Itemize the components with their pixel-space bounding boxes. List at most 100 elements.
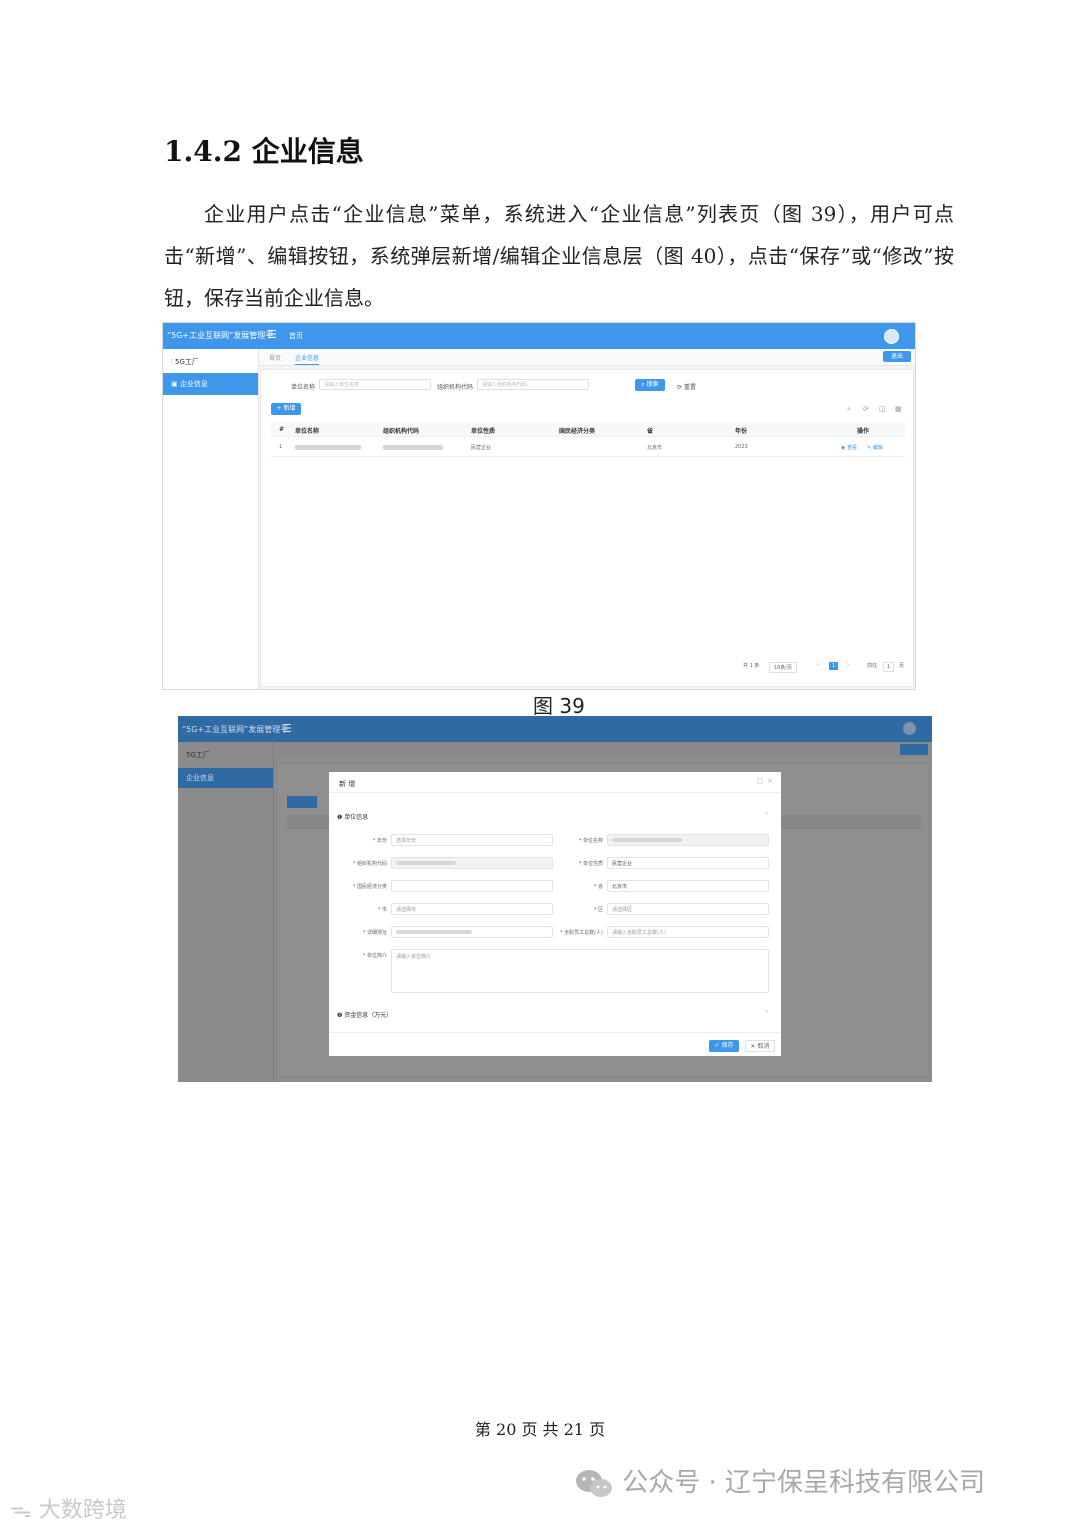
- section-unit-info[interactable]: ❶ 单位信息: [337, 812, 368, 821]
- column-header: 省: [647, 428, 654, 435]
- org-code-input[interactable]: 请输入组织机构代码: [477, 379, 589, 390]
- chevron-up-icon[interactable]: ⌃: [764, 1010, 769, 1017]
- org-code-input[interactable]: [391, 857, 553, 869]
- section-label: 资金信息（万元）: [344, 1012, 393, 1019]
- logout-button[interactable]: [900, 744, 928, 755]
- redacted-value: [612, 838, 682, 842]
- add-button[interactable]: [287, 796, 317, 808]
- edit-link[interactable]: ✎ 编辑: [867, 444, 883, 451]
- cancel-button[interactable]: ✕ 取消: [745, 1040, 775, 1052]
- sidebar-item-label: 5G工厂: [174, 358, 199, 366]
- address-input[interactable]: [391, 926, 553, 938]
- logo-icon: ᯓ: [10, 1498, 39, 1523]
- nature-select[interactable]: 民营企业: [607, 857, 769, 869]
- column-header: 国民经济分类: [559, 428, 596, 435]
- reset-button-label: 重置: [683, 384, 696, 391]
- city-label: * 市: [377, 907, 387, 913]
- menu-toggle-icon[interactable]: ☰: [282, 722, 292, 735]
- cancel-button-label: 取消: [757, 1043, 770, 1050]
- avatar[interactable]: [903, 722, 916, 735]
- search-button-label: 搜索: [646, 381, 659, 388]
- top-bar: “5G+工业互联网”发展管理平 ☰ 首页: [163, 323, 915, 349]
- sidebar-item-5g-factory[interactable]: ⫶ 5G工厂: [163, 351, 258, 373]
- modal-footer-divider: [329, 1032, 781, 1033]
- tab-enterprise-info[interactable]: 企业信息: [295, 353, 320, 365]
- page-suffix: 页: [899, 663, 905, 669]
- row-index: 1: [279, 444, 283, 450]
- address-label: * 详细地址: [362, 930, 387, 936]
- staff-input[interactable]: 请输入全职员工总数(人): [607, 926, 769, 938]
- add-button[interactable]: + 新增: [271, 403, 301, 415]
- search-toggle-icon[interactable]: ⌕: [847, 405, 851, 414]
- column-header: 单位性质: [471, 428, 496, 435]
- home-tab[interactable]: 首页: [289, 331, 303, 341]
- sidebar-item-enterprise-info[interactable]: 企业信息: [178, 768, 273, 788]
- app-title: “5G+工业互联网”发展管理平: [167, 331, 274, 340]
- body-paragraph: 企业用户点击“企业信息”菜单，系统进入“企业信息”列表页（图 39），用户可点击…: [164, 202, 954, 310]
- view-link-label: 查看: [846, 445, 857, 451]
- reset-button[interactable]: ⟳ 重置: [677, 382, 696, 391]
- org-code-label: 组织机构代码: [437, 384, 474, 391]
- economy-select[interactable]: [391, 880, 553, 892]
- page-size-select[interactable]: 10条/页: [769, 662, 798, 673]
- close-icon[interactable]: ×: [767, 777, 773, 785]
- pagination-total: 共 1 条: [743, 663, 760, 669]
- unit-name-input[interactable]: 请输入单位名称: [319, 379, 431, 390]
- section-fund-info[interactable]: ❷ 资金信息（万元）: [337, 1010, 392, 1019]
- column-header: 操作: [857, 428, 870, 435]
- redacted-unit-name: [295, 445, 361, 450]
- unit-name-input[interactable]: [607, 834, 769, 846]
- redacted-value: [396, 861, 456, 865]
- intro-textarea[interactable]: 请输入单位简介: [391, 949, 769, 993]
- sidebar-dimmed: 5G工厂: [178, 742, 274, 1082]
- building-icon: ▣: [171, 380, 180, 388]
- column-header: 组织机构代码: [383, 428, 420, 435]
- tab-home[interactable]: 首页: [269, 353, 281, 362]
- year-label: * 年份: [372, 838, 387, 844]
- maximize-icon[interactable]: ▢: [756, 777, 763, 785]
- add-modal: 新 增 ▢ × ❶ 单位信息 ⌃ * 年份 选择年份 * 单位名称 * 组织机构…: [329, 772, 781, 1056]
- page-footer: 第 20 页 共 21 页: [474, 1420, 606, 1439]
- goto-input[interactable]: 1: [883, 662, 895, 672]
- chevron-up-icon[interactable]: ⌃: [764, 812, 769, 819]
- figure-39-screenshot: “5G+工业互联网”发展管理平 ☰ 首页 ⫶ 5G工厂 ▣ 企业信息 首页 企业…: [162, 322, 916, 690]
- intro-label: * 单位简介: [362, 953, 387, 959]
- brand-watermark: ᯓ 大数跨境: [10, 1492, 127, 1524]
- redacted-value: [396, 930, 472, 934]
- search-button[interactable]: ⌕ 搜索: [635, 379, 665, 391]
- grid-icon[interactable]: ▦: [895, 405, 902, 413]
- district-label: * 区: [593, 907, 603, 913]
- goto-label: 前往: [867, 663, 878, 669]
- sidebar-item-label: 企业信息: [179, 380, 208, 388]
- district-select[interactable]: 请选择区: [607, 903, 769, 915]
- watermark-text: 公众号 · 辽宁保呈科技有限公司: [622, 1468, 986, 1498]
- next-page-icon[interactable]: ›: [847, 662, 849, 668]
- province-select[interactable]: 北京市: [607, 880, 769, 892]
- refresh-icon: ⟳: [677, 384, 684, 391]
- logout-button[interactable]: 退出: [883, 351, 911, 362]
- save-button[interactable]: ✓ 保存: [709, 1040, 739, 1052]
- nature-label: * 单位性质: [578, 861, 603, 867]
- edit-link-label: 编辑: [872, 445, 883, 451]
- view-link[interactable]: ◉ 查看: [841, 444, 857, 451]
- columns-icon[interactable]: ◫: [879, 405, 886, 413]
- sidebar: ⫶ 5G工厂 ▣ 企业信息: [163, 349, 259, 689]
- avatar[interactable]: [884, 329, 899, 344]
- figure-39-caption: 图 39: [533, 694, 585, 718]
- refresh-icon[interactable]: ⟳: [863, 405, 869, 413]
- prev-page-icon[interactable]: ‹: [817, 662, 819, 668]
- content-panel: 单位名称 请输入单位名称 组织机构代码 请输入组织机构代码 ⌕ 搜索 ⟳ 重置 …: [260, 369, 914, 687]
- sidebar-item-5g-factory[interactable]: 5G工厂: [186, 750, 210, 760]
- wechat-icon: [576, 1469, 612, 1497]
- menu-toggle-icon[interactable]: ☰: [267, 328, 277, 341]
- row-province: 北京市: [647, 445, 663, 451]
- city-select[interactable]: 请选择市: [391, 903, 553, 915]
- tab-bar-dimmed: [274, 742, 932, 758]
- column-header: 年份: [735, 428, 748, 435]
- current-page[interactable]: 1: [829, 662, 839, 670]
- add-button-label: 新增: [283, 405, 296, 412]
- sidebar-item-enterprise-info[interactable]: ▣ 企业信息: [163, 373, 258, 395]
- staff-label: * 全职员工总数(人): [560, 930, 603, 936]
- year-input[interactable]: 选择年份: [391, 834, 553, 846]
- watermark-text: 大数跨境: [38, 1498, 127, 1523]
